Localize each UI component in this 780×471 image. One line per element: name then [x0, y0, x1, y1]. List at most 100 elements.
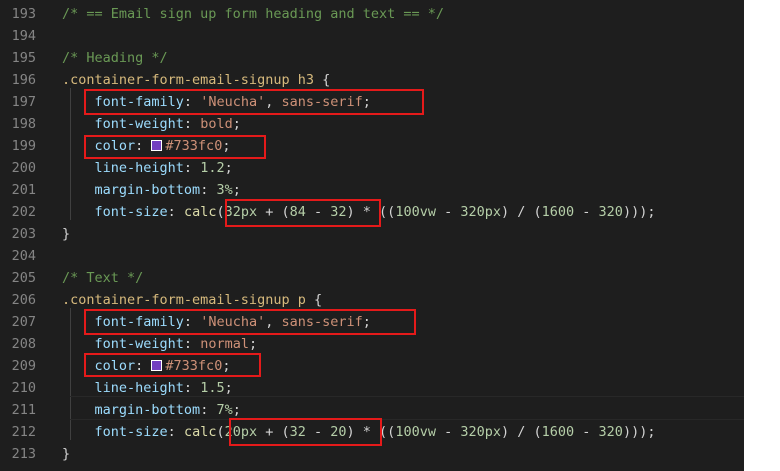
highlight-box-calc-p: [229, 418, 382, 446]
code-token: )));: [622, 204, 656, 220]
highlight-box-font-family-p: [84, 309, 416, 335]
code-token: ) / (: [501, 424, 542, 440]
code-token: 320: [598, 204, 623, 220]
code-token: ;: [232, 182, 241, 198]
code-token: font-weight: [94, 336, 184, 352]
code-text: line-height: 1.2;: [62, 157, 233, 179]
code-token: (: [216, 204, 225, 220]
code-token: :: [167, 424, 184, 440]
code-token: }: [62, 226, 71, 242]
code-line[interactable]: 196 .container-form-email-signup h3 {: [0, 69, 744, 91]
code-token: 1600: [541, 424, 575, 440]
line-number: 195: [11, 50, 36, 66]
line-number: 196: [11, 72, 36, 88]
code-line[interactable]: 201 margin-bottom: 3%;: [0, 179, 744, 201]
code-token: :: [200, 402, 217, 418]
line-number: 210: [11, 380, 36, 396]
code-text: margin-bottom: 3%;: [62, 179, 241, 201]
code-line[interactable]: 206 .container-form-email-signup p {: [0, 289, 744, 311]
code-text: font-weight: bold;: [62, 113, 241, 135]
code-token: 320: [598, 424, 623, 440]
code-token: 100vw: [395, 204, 436, 220]
code-token: bold: [200, 116, 233, 132]
highlight-box-color-p: [84, 353, 261, 377]
code-token: :: [167, 204, 184, 220]
code-token: 1.2: [200, 160, 225, 176]
code-token: calc: [183, 204, 217, 220]
code-text: /* Heading */: [62, 47, 168, 69]
line-number: 194: [11, 28, 36, 44]
code-line[interactable]: 210 line-height: 1.5;: [0, 377, 744, 399]
code-token: {: [313, 72, 331, 88]
code-token: 320px: [460, 204, 501, 220]
code-token: -: [574, 424, 599, 440]
code-text: margin-bottom: 7%;: [62, 399, 241, 421]
code-token: (: [216, 424, 225, 440]
code-token: :: [200, 182, 217, 198]
code-text: /* == Email sign up form heading and tex…: [62, 3, 444, 25]
code-token: -: [435, 204, 461, 220]
line-number: 206: [11, 292, 36, 308]
line-number: 198: [11, 116, 36, 132]
code-line[interactable]: 198 font-weight: bold;: [0, 113, 744, 135]
code-text: }: [62, 443, 70, 465]
code-token: 320px: [460, 424, 501, 440]
code-line[interactable]: 193 /* == Email sign up form heading and …: [0, 3, 744, 25]
line-number: 212: [11, 424, 36, 440]
line-number: 199: [11, 138, 36, 154]
code-token: :: [183, 336, 201, 352]
code-token: -: [574, 204, 599, 220]
code-line[interactable]: 204: [0, 245, 744, 267]
line-number: 213: [11, 446, 36, 462]
code-token: calc: [183, 424, 217, 440]
code-token: {: [305, 292, 323, 308]
code-token: -: [435, 424, 461, 440]
code-token: /* Heading */: [62, 50, 168, 66]
line-number: 197: [11, 94, 36, 110]
code-token: .container-form-email-signup p: [62, 292, 306, 308]
code-text: .container-form-email-signup h3 {: [62, 69, 330, 91]
line-number: 201: [11, 182, 36, 198]
code-line[interactable]: 205 /* Text */: [0, 267, 744, 289]
code-line[interactable]: 200 line-height: 1.2;: [0, 157, 744, 179]
code-text: font-weight: normal;: [62, 333, 258, 355]
code-line[interactable]: 208 font-weight: normal;: [0, 333, 744, 355]
code-token: /* == Email sign up form heading and tex…: [62, 6, 445, 22]
code-token: ;: [232, 116, 241, 132]
code-token: line-height: [94, 160, 184, 176]
code-line[interactable]: 194: [0, 25, 744, 47]
code-token: font-size: [94, 204, 168, 220]
code-text: line-height: 1.5;: [62, 377, 233, 399]
code-token: 3%: [216, 182, 233, 198]
code-token: )));: [622, 424, 656, 440]
highlight-box-color-h3: [84, 135, 266, 159]
code-line[interactable]: 213}: [0, 443, 744, 465]
code-editor[interactable]: 193 /* == Email sign up form heading and …: [0, 0, 744, 471]
code-token: line-height: [94, 380, 184, 396]
code-text: .container-form-email-signup p {: [62, 289, 322, 311]
code-token: normal: [200, 336, 249, 352]
code-token: 7%: [216, 402, 233, 418]
line-number: 193: [11, 6, 36, 22]
highlight-box-font-family-h3: [84, 89, 424, 115]
code-token: ;: [248, 336, 258, 352]
code-token: :: [183, 116, 201, 132]
line-number: 207: [11, 314, 36, 330]
line-number: 209: [11, 358, 36, 374]
code-token: .container-form-email-signup h3: [62, 72, 314, 88]
code-token: 1600: [541, 204, 575, 220]
line-number: 202: [11, 204, 36, 220]
code-line[interactable]: 195 /* Heading */: [0, 47, 744, 69]
line-number: 208: [11, 336, 36, 352]
line-number: 204: [11, 248, 36, 264]
code-token: ;: [232, 402, 241, 418]
code-token: }: [62, 446, 71, 462]
code-token: :: [183, 160, 201, 176]
line-number: 200: [11, 160, 36, 176]
